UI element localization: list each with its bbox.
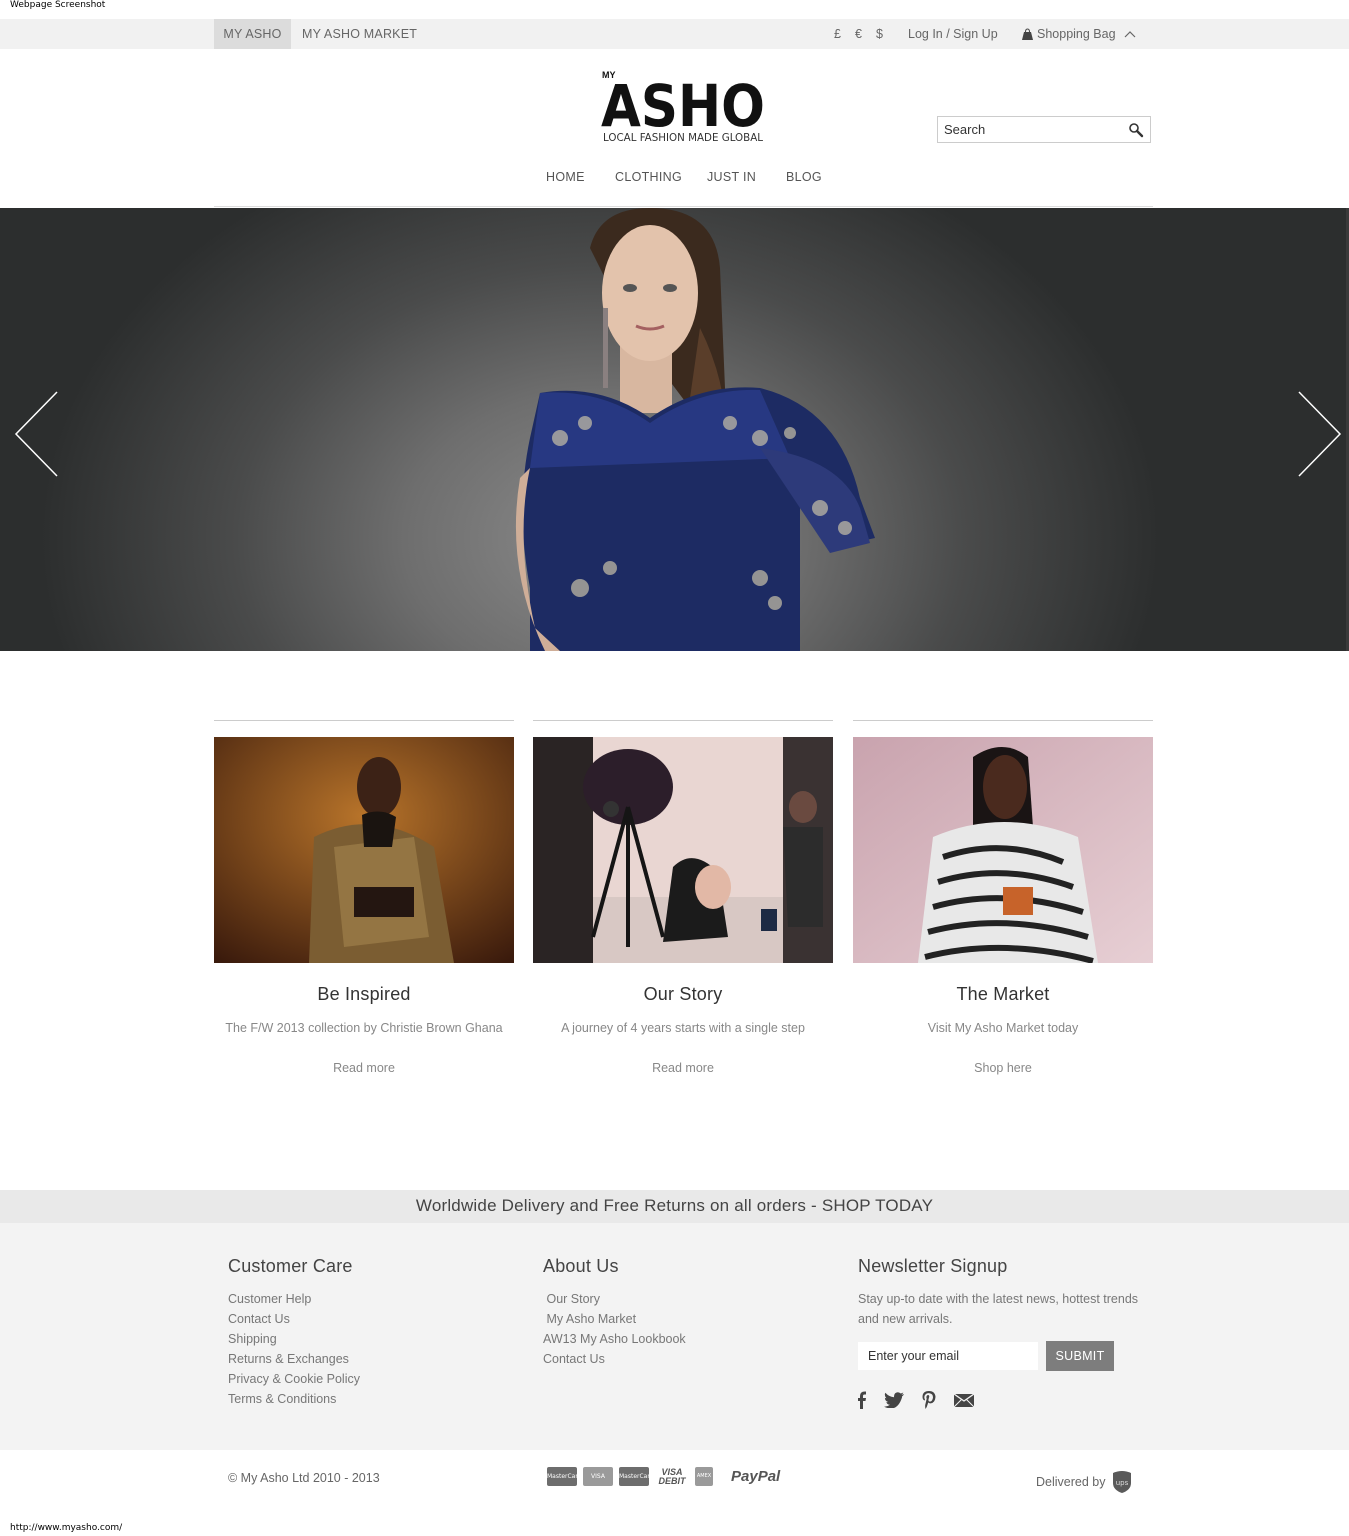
footer-link-contact-us-about[interactable]: Contact Us [543, 1349, 686, 1369]
hero-image [515, 208, 875, 651]
top-utility-bar: MY ASHO MY ASHO MARKET £ € $ Log In / Si… [0, 19, 1349, 49]
feature-card-be-inspired: Be Inspired The F/W 2013 collection by C… [214, 720, 514, 1075]
site-logo[interactable]: MY ASHO LOCAL FASHION MADE GLOBAL [601, 68, 767, 146]
shop-here-link[interactable]: Shop here [853, 1061, 1153, 1075]
status-bar-url: http://www.myasho.com/ [10, 1523, 123, 1533]
currency-gbp[interactable]: £ [834, 19, 841, 49]
feature-subtitle: A journey of 4 years starts with a singl… [561, 1021, 805, 1035]
tab-my-asho[interactable]: MY ASHO [214, 19, 291, 49]
social-links [858, 1391, 1148, 1409]
nav-home[interactable]: HOME [546, 170, 585, 184]
promo-banner[interactable]: Worldwide Delivery and Free Returns on a… [0, 1190, 1349, 1223]
logo-text: ASHO [601, 72, 765, 140]
read-more-link[interactable]: Read more [533, 1061, 833, 1075]
delivered-by-label: Delivered by [1036, 1475, 1106, 1489]
newsletter-submit-button[interactable]: SUBMIT [1046, 1341, 1114, 1371]
footer-link-privacy[interactable]: Privacy & Cookie Policy [228, 1369, 360, 1389]
tab-my-asho-market[interactable]: MY ASHO MARKET [302, 19, 417, 49]
footer: Customer Care Customer Help Contact Us S… [0, 1223, 1349, 1450]
logo-tagline: LOCAL FASHION MADE GLOBAL [603, 131, 764, 144]
shopping-bag-label: Shopping Bag [1037, 27, 1116, 41]
email-icon[interactable] [954, 1393, 974, 1407]
feature-image-be-inspired[interactable] [214, 737, 514, 963]
footer-heading: Newsletter Signup [858, 1256, 1008, 1276]
window-caption: Webpage Screenshot [10, 0, 106, 10]
bottom-bar: © My Asho Ltd 2010 - 2013 MasterCard VIS… [0, 1450, 1349, 1510]
payment-methods: MasterCard VISA MasterCard VISA DEBIT AM… [547, 1467, 780, 1486]
feature-title: Be Inspired [317, 984, 411, 1004]
nav-blog[interactable]: BLOG [786, 170, 822, 184]
footer-link-contact-us[interactable]: Contact Us [228, 1309, 360, 1329]
mastercard-icon: MasterCard [547, 1467, 582, 1486]
mastercard-icon: MasterCard [619, 1467, 654, 1486]
twitter-icon[interactable] [884, 1392, 904, 1408]
feature-card-our-story: Our Story A journey of 4 years starts wi… [533, 720, 833, 1075]
main-navigation: HOME CLOTHING JUST IN BLOG [0, 170, 1349, 188]
login-signup-link[interactable]: Log In / Sign Up [908, 19, 998, 49]
visa-debit-icon: VISA DEBIT [658, 1466, 686, 1486]
bag-icon [1022, 27, 1033, 40]
feature-title: Our Story [643, 984, 723, 1004]
visa-icon: VISA [583, 1467, 613, 1486]
footer-link-customer-help[interactable]: Customer Help [228, 1289, 360, 1309]
currency-eur[interactable]: € [855, 19, 862, 49]
copyright-text: © My Asho Ltd 2010 - 2013 [228, 1471, 380, 1485]
card-divider [533, 720, 833, 721]
footer-link-shipping[interactable]: Shipping [228, 1329, 360, 1349]
ups-logo-icon: ups [1113, 1471, 1132, 1493]
slider-prev-arrow[interactable] [14, 391, 60, 477]
feature-image-the-market[interactable] [853, 737, 1153, 963]
ups-logo-text: ups [1116, 1479, 1129, 1487]
card-divider [214, 720, 514, 721]
footer-customer-care: Customer Care Customer Help Contact Us S… [228, 1256, 360, 1409]
footer-heading: Customer Care [228, 1256, 353, 1276]
footer-link-lookbook[interactable]: AW13 My Asho Lookbook [543, 1329, 686, 1349]
nav-just-in[interactable]: JUST IN [707, 170, 756, 184]
footer-about-us: About Us Our Story My Asho Market AW13 M… [543, 1256, 686, 1369]
facebook-icon[interactable] [858, 1391, 866, 1409]
header-divider [214, 206, 1153, 207]
feature-card-the-market: The Market Visit My Asho Market today Sh… [853, 720, 1153, 1075]
footer-newsletter: Newsletter Signup Stay up-to date with t… [858, 1256, 1148, 1409]
footer-link-our-story[interactable]: Our Story [543, 1289, 686, 1309]
footer-link-returns[interactable]: Returns & Exchanges [228, 1349, 360, 1369]
search-input[interactable] [938, 117, 1118, 142]
delivered-by: Delivered by ups [1036, 1470, 1133, 1494]
nav-clothing[interactable]: CLOTHING [615, 170, 682, 184]
search-box [937, 116, 1151, 143]
search-icon[interactable] [1128, 122, 1144, 138]
footer-link-terms[interactable]: Terms & Conditions [228, 1389, 360, 1409]
feature-title: The Market [956, 984, 1050, 1004]
pinterest-icon[interactable] [922, 1391, 936, 1409]
footer-link-my-asho-market[interactable]: My Asho Market [543, 1309, 686, 1329]
newsletter-email-input[interactable] [858, 1342, 1038, 1370]
chevron-up-icon [1124, 31, 1135, 38]
currency-usd[interactable]: $ [876, 19, 883, 49]
paypal-icon: PayPal [731, 1468, 781, 1485]
hero-slider [0, 208, 1349, 651]
read-more-link[interactable]: Read more [214, 1061, 514, 1075]
amex-icon: AMEX [695, 1467, 713, 1486]
card-divider [853, 720, 1153, 721]
feature-image-our-story[interactable] [533, 737, 833, 963]
newsletter-description: Stay up-to date with the latest news, ho… [858, 1292, 1139, 1326]
newsletter-form: SUBMIT [858, 1341, 1148, 1371]
feature-subtitle: The F/W 2013 collection by Christie Brow… [225, 1021, 503, 1035]
slider-next-arrow[interactable] [1297, 391, 1343, 477]
shopping-bag-button[interactable]: Shopping Bag [1021, 19, 1139, 49]
footer-heading: About Us [543, 1256, 619, 1276]
feature-subtitle: Visit My Asho Market today [927, 1021, 1079, 1035]
